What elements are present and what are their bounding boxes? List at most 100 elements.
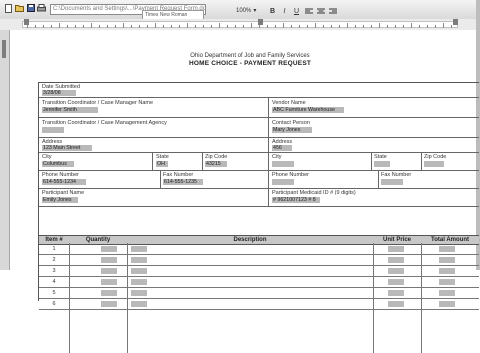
unit-price-field[interactable] (388, 279, 404, 285)
participant-name-label: Participant Name (42, 190, 85, 196)
quantity-field[interactable] (101, 268, 117, 274)
unit-price-field[interactable] (388, 257, 404, 263)
vendor-fax-field[interactable] (381, 179, 403, 185)
open-icon[interactable] (15, 3, 24, 13)
zoom-value: 100% (236, 8, 252, 14)
quantity-field[interactable] (101, 301, 117, 307)
unit-price-field[interactable] (388, 246, 404, 252)
ruler-tick (419, 25, 420, 28)
participant-name-field[interactable]: Emily Jones (42, 197, 78, 203)
description-field[interactable] (131, 257, 147, 263)
chevron-down-icon[interactable]: ▾ (253, 7, 256, 15)
unit-price-field[interactable] (388, 290, 404, 296)
vendor-state-zip-divider (421, 153, 422, 170)
italic-icon[interactable]: I (280, 6, 289, 16)
vertical-ruler-marker[interactable] (2, 40, 6, 58)
description-field[interactable] (131, 268, 147, 274)
unit-price-field[interactable] (388, 268, 404, 274)
vendor-name-field[interactable]: ABC Furniture Warehouse (272, 107, 344, 113)
phone-fax-divider (160, 171, 161, 188)
total-amount-field[interactable] (439, 246, 455, 252)
right-indent-marker[interactable] (453, 19, 458, 25)
city-row: City Columbus State OH Zip Code 43215 Ci… (39, 153, 479, 171)
tab-stop-marker[interactable] (258, 19, 263, 25)
table-row: 1 (39, 244, 479, 255)
vendor-name-label: Vendor Name (272, 100, 306, 106)
ruler-tick (107, 25, 108, 28)
ruler-tick (203, 25, 204, 28)
vendor-address-field[interactable]: 456 (272, 145, 292, 151)
align-left-icon[interactable] (304, 6, 313, 16)
total-amount-header: Total Amount (431, 237, 469, 243)
description-field[interactable] (131, 301, 147, 307)
total-amount-field[interactable] (439, 279, 455, 285)
item-number: 2 (52, 257, 56, 263)
underline-icon[interactable]: U (292, 6, 301, 16)
ruler-tick (67, 25, 68, 28)
quantity-field[interactable] (101, 257, 117, 263)
ruler-tick (147, 25, 148, 28)
unit-price-header: Unit Price (382, 237, 411, 243)
table-row: 3 (39, 266, 479, 277)
coordinator-field[interactable]: Jennifer Smith (42, 107, 98, 113)
left-indent-marker[interactable] (24, 19, 29, 25)
unit-price-field[interactable] (388, 301, 404, 307)
document-page[interactable]: Ohio Department of Job and Family Servic… (10, 30, 479, 353)
ruler-tick (155, 23, 156, 28)
date-row: Date Submitted 3/28/08 (39, 83, 479, 98)
description-header: Description (233, 237, 267, 243)
ruler-tick (443, 23, 444, 28)
date-submitted-field[interactable]: 3/28/08 (42, 90, 76, 96)
address-field[interactable]: 123 Main Street (42, 145, 92, 151)
fax-field[interactable]: 614-555-1235 (163, 179, 203, 185)
bold-icon[interactable]: B (268, 6, 277, 16)
phone-field[interactable]: 614-555-1234 (42, 179, 86, 185)
contact-field[interactable]: Mary Jones (272, 127, 312, 133)
align-center-icon[interactable] (316, 6, 325, 16)
agency-field[interactable] (42, 127, 64, 133)
fax-label: Fax Number (163, 172, 194, 178)
print-icon[interactable] (37, 3, 46, 13)
quantity-field[interactable] (101, 290, 117, 296)
column-divider (268, 98, 269, 206)
align-right-icon[interactable] (328, 6, 337, 16)
table-column-divider (421, 243, 422, 353)
item-number-header: Item # (45, 237, 63, 243)
quantity-field[interactable] (101, 279, 117, 285)
zip-field[interactable]: 43215 (205, 161, 227, 167)
state-field[interactable]: OH (156, 161, 168, 167)
save-icon[interactable] (26, 3, 35, 13)
toolbar: C:\Documents and Settings\...\Payment Re… (0, 0, 480, 20)
city-label: City (42, 154, 52, 160)
ruler-tick (331, 25, 332, 28)
payment-request-form: Date Submitted 3/28/08 Transition Coordi… (38, 82, 479, 353)
zoom-control[interactable]: 100% ▾ (236, 7, 256, 15)
total-amount-field[interactable] (439, 290, 455, 296)
new-icon[interactable] (4, 3, 13, 13)
description-field[interactable] (131, 279, 147, 285)
vendor-phone-label: Phone Number (272, 172, 309, 178)
description-field[interactable] (131, 246, 147, 252)
vertical-ruler[interactable] (0, 30, 10, 270)
participant-id-field[interactable]: # 9621007123 # 8 (272, 197, 320, 203)
ruler-tick (251, 23, 252, 28)
vendor-phone-field[interactable] (272, 179, 294, 185)
description-field[interactable] (131, 290, 147, 296)
city-field[interactable]: Columbus (42, 161, 74, 167)
total-amount-field[interactable] (439, 257, 455, 263)
form-title: HOME CHOICE - PAYMENT REQUEST (188, 60, 312, 67)
total-amount-field[interactable] (439, 301, 455, 307)
vendor-state-field[interactable] (374, 161, 390, 167)
vendor-city-field[interactable] (272, 161, 294, 167)
total-amount-field[interactable] (439, 268, 455, 274)
table-row: 6 (39, 299, 479, 310)
quantity-field[interactable] (101, 246, 117, 252)
coordinator-row: Transition Coordinator / Case Manager Na… (39, 98, 479, 118)
vendor-zip-field[interactable] (424, 161, 444, 167)
ruler-tick (347, 23, 348, 28)
address-row: Address 123 Main Street Address 456 (39, 138, 479, 153)
vendor-phone-fax-divider (378, 171, 379, 188)
item-number: 3 (52, 268, 56, 274)
toolbar-left-icons (4, 3, 46, 13)
agency-label: Transition Coordinator / Case Management… (42, 120, 167, 126)
